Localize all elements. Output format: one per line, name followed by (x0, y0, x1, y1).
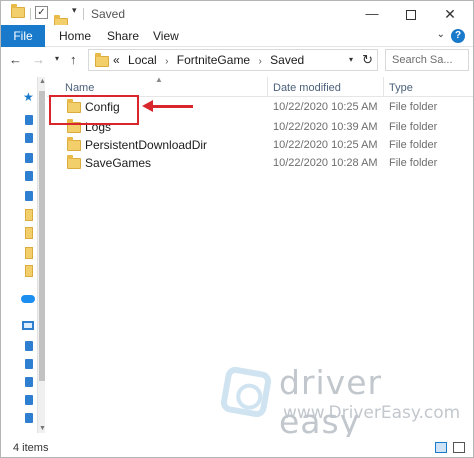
annotation-arrow (151, 105, 193, 108)
help-icon[interactable]: ? (451, 29, 465, 43)
file-type: File folder (389, 101, 438, 113)
documents-icon[interactable] (25, 359, 33, 369)
desktop-icon[interactable] (25, 115, 33, 125)
music-icon[interactable] (25, 191, 33, 201)
chevron-right-icon[interactable]: › (165, 56, 168, 67)
divider (30, 8, 31, 20)
file-date: 10/22/2020 10:25 AM (273, 101, 378, 113)
navigation-bar: ← → ▾ ↑ « Local › FortniteGame › Saved ▾… (1, 48, 473, 74)
back-button[interactable]: ← (9, 52, 22, 67)
chevron-right-icon[interactable]: › (258, 56, 261, 67)
column-header-row: ▲ Name Date modified Type (47, 75, 473, 97)
folder-icon[interactable] (25, 247, 33, 259)
file-type: File folder (389, 139, 438, 151)
watermark-url: www.DriverEasy.com (283, 403, 461, 423)
recent-locations-dropdown-icon[interactable]: ▾ (55, 54, 59, 63)
file-row-savegames[interactable]: SaveGames 10/22/2020 10:28 AM File folde… (47, 154, 473, 171)
file-explorer-window: ✓ ▾ Saved — ✕ File Home Share View ⌄ ? ←… (0, 0, 474, 458)
close-button[interactable]: ✕ (433, 3, 467, 25)
watermark-logo-icon (219, 365, 273, 419)
maximize-icon (406, 9, 416, 20)
breadcrumb-fortnitegame[interactable]: FortniteGame (177, 53, 250, 67)
file-date: 10/22/2020 10:25 AM (273, 139, 378, 151)
forward-button[interactable]: → (32, 52, 45, 67)
scroll-down-icon[interactable]: ▼ (39, 425, 46, 432)
column-header-date-modified[interactable]: Date modified (273, 82, 341, 94)
divider (83, 8, 84, 20)
column-header-name[interactable]: Name (65, 82, 94, 94)
breadcrumb-local[interactable]: Local (128, 53, 157, 67)
file-row-persistentdownloaddir[interactable]: PersistentDownloadDir 10/22/2020 10:25 A… (47, 136, 473, 153)
address-bar[interactable]: « Local › FortniteGame › Saved ▾ ↻ (88, 49, 378, 71)
status-bar: 4 items (1, 437, 473, 457)
search-placeholder: Search Sa... (392, 54, 453, 66)
file-date: 10/22/2020 10:28 AM (273, 157, 378, 169)
watermark-brand: driver easy (279, 363, 383, 441)
downloads-icon[interactable] (25, 377, 33, 387)
tab-share[interactable]: Share (107, 25, 139, 47)
quick-access-star-icon[interactable]: ★ (23, 90, 34, 104)
expand-ribbon-icon[interactable]: ⌄ (437, 29, 445, 40)
details-view-icon[interactable] (435, 442, 447, 453)
highlight-box (49, 95, 139, 125)
quick-access-dropdown-icon[interactable]: ▾ (72, 5, 77, 16)
search-input[interactable]: Search Sa... (385, 49, 469, 71)
file-name: PersistentDownloadDir (85, 138, 208, 152)
column-header-type[interactable]: Type (389, 82, 413, 94)
maximize-button[interactable] (394, 3, 428, 25)
pictures-icon[interactable] (25, 171, 33, 181)
music-icon[interactable] (25, 395, 33, 405)
folder-icon (11, 4, 25, 18)
tab-view[interactable]: View (153, 25, 179, 47)
file-date: 10/22/2020 10:39 AM (273, 121, 378, 133)
onedrive-cloud-icon[interactable] (21, 295, 35, 303)
file-name: SaveGames (85, 156, 152, 170)
up-button[interactable]: ↑ (70, 52, 77, 67)
address-history-dropdown-icon[interactable]: ▾ (349, 55, 353, 64)
desktop-icon[interactable] (25, 341, 33, 351)
tab-file[interactable]: File (1, 25, 45, 47)
large-icons-view-icon[interactable] (453, 442, 465, 453)
breadcrumb: « Local › FortniteGame › Saved (113, 53, 309, 67)
folder-icon[interactable] (25, 227, 33, 239)
sort-ascending-icon: ▲ (155, 75, 163, 84)
documents-icon[interactable] (25, 153, 33, 163)
scrollbar-thumb[interactable] (39, 91, 45, 381)
item-count: 4 items (13, 442, 49, 454)
tab-home[interactable]: Home (59, 25, 91, 47)
minimize-button[interactable]: — (355, 3, 389, 25)
file-type: File folder (389, 157, 438, 169)
window-title: Saved (91, 7, 126, 21)
folder-icon (67, 155, 81, 169)
navigation-pane-scrollbar[interactable]: ▲ ▼ (37, 77, 46, 433)
folder-icon[interactable] (25, 265, 33, 277)
column-divider[interactable] (267, 77, 268, 97)
scroll-up-icon[interactable]: ▲ (39, 78, 46, 85)
file-type: File folder (389, 121, 438, 133)
properties-icon[interactable]: ✓ (35, 6, 48, 19)
breadcrumb-saved[interactable]: Saved (270, 53, 304, 67)
folder-icon (95, 53, 109, 67)
ribbon-tabs: File Home Share View ⌄ ? (1, 25, 473, 47)
navigation-pane: ★ (1, 77, 37, 433)
watermark: driver easy www.DriverEasy.com (219, 363, 473, 441)
refresh-icon[interactable]: ↻ (362, 52, 373, 68)
downloads-icon[interactable] (25, 133, 33, 143)
folder-icon[interactable] (25, 209, 33, 221)
title-bar: ✓ ▾ Saved — ✕ (1, 1, 473, 29)
folder-icon (67, 137, 81, 151)
pictures-icon[interactable] (25, 413, 33, 423)
column-divider[interactable] (383, 77, 384, 97)
breadcrumb-overflow[interactable]: « (113, 53, 120, 67)
this-pc-icon[interactable] (22, 321, 34, 330)
